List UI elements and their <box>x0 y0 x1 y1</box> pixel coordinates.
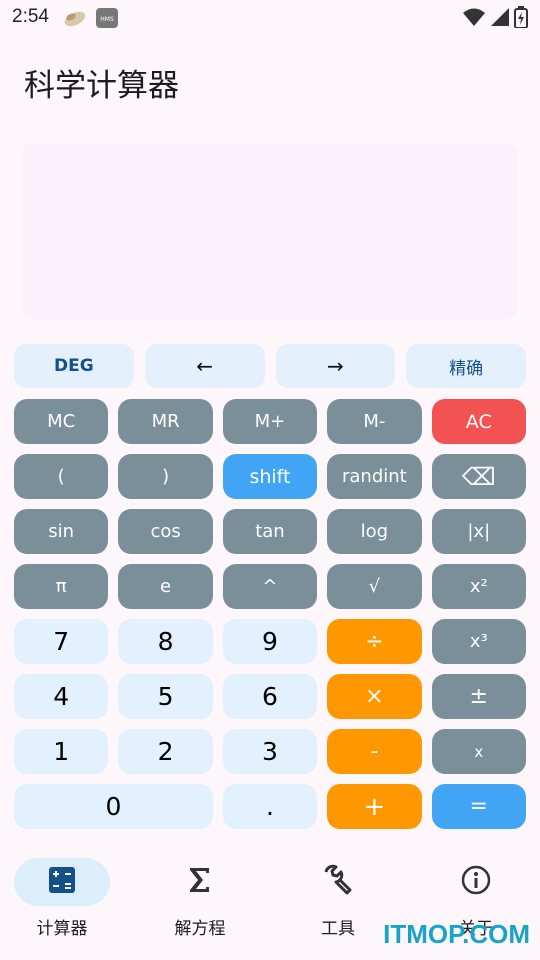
status-time: 2:54 <box>12 6 49 27</box>
signal-icon <box>490 7 510 31</box>
app-title: 科学计算器 <box>24 68 179 104</box>
decimal-point-button[interactable]: . <box>222 784 318 829</box>
cos-button[interactable]: cos <box>118 509 213 554</box>
power-button[interactable]: ^ <box>222 564 318 609</box>
calculator-icon <box>48 866 76 898</box>
nav-pill-equations <box>152 858 248 906</box>
digit-0-button[interactable]: 0 <box>14 784 213 829</box>
cube-button[interactable]: x³ <box>431 619 526 664</box>
nav-active-indicator <box>14 858 110 906</box>
m-minus-button[interactable]: M- <box>327 399 422 444</box>
cursor-right-button[interactable]: → <box>275 344 396 388</box>
e-button[interactable]: e <box>118 564 213 609</box>
m-plus-button[interactable]: M+ <box>222 399 318 444</box>
nav-label-calculator: 计算器 <box>36 919 88 939</box>
nav-item-calculator[interactable]: 计算器 <box>7 858 117 948</box>
square-button[interactable]: x² <box>431 564 526 609</box>
backspace-button[interactable]: ⌫ <box>431 454 526 499</box>
ac-button[interactable]: AC <box>431 399 526 444</box>
mr-button[interactable]: MR <box>118 399 213 444</box>
nav-item-tools[interactable]: 工具 <box>283 858 393 948</box>
close-paren-button[interactable]: ) <box>118 454 213 499</box>
nav-label-equations: 解方程 <box>174 919 226 939</box>
plus-button[interactable]: + <box>327 784 422 829</box>
calculator-display <box>22 143 518 319</box>
open-paren-button[interactable]: ( <box>14 454 109 499</box>
status-bar: 2:54 HMS <box>0 0 540 36</box>
pi-button[interactable]: π <box>14 564 109 609</box>
digit-9-button[interactable]: 9 <box>222 619 318 664</box>
plus-minus-button[interactable]: ± <box>431 674 526 719</box>
digit-8-button[interactable]: 8 <box>118 619 213 664</box>
mode-row: DEG ← → 精确 <box>14 344 526 388</box>
log-button[interactable]: log <box>327 509 422 554</box>
divide-button[interactable]: ÷ <box>327 619 422 664</box>
abs-button[interactable]: |x| <box>431 509 526 554</box>
battery-icon <box>514 6 528 32</box>
nav-label-tools: 工具 <box>321 919 355 939</box>
minus-button[interactable]: - <box>327 729 422 774</box>
shift-button[interactable]: shift <box>222 454 318 499</box>
digit-7-button[interactable]: 7 <box>14 619 109 664</box>
digit-1-button[interactable]: 1 <box>14 729 109 774</box>
variable-x-button[interactable]: x <box>431 729 526 774</box>
hms-label: HMS <box>100 16 114 23</box>
digit-5-button[interactable]: 5 <box>118 674 213 719</box>
deg-button[interactable]: DEG <box>14 344 134 388</box>
wifi-icon <box>462 7 486 31</box>
digit-3-button[interactable]: 3 <box>222 729 318 774</box>
nav-pill-tools <box>290 858 386 906</box>
multiply-button[interactable]: × <box>327 674 422 719</box>
tan-button[interactable]: tan <box>222 509 318 554</box>
notification-bird-icon <box>62 8 88 32</box>
keypad: MC MR M+ M- AC ( ) shift randint ⌫ sin c… <box>14 399 526 829</box>
digit-2-button[interactable]: 2 <box>118 729 213 774</box>
watermark: ITMOP.COM <box>383 919 530 949</box>
hms-icon: HMS <box>96 8 118 32</box>
randint-button[interactable]: randint <box>327 454 422 499</box>
cursor-left-button[interactable]: ← <box>144 344 265 388</box>
info-icon <box>460 864 492 900</box>
nav-item-equations[interactable]: 解方程 <box>145 858 255 948</box>
sigma-icon <box>187 866 213 898</box>
nav-pill-about <box>428 858 524 906</box>
wrench-icon <box>322 864 354 900</box>
sin-button[interactable]: sin <box>14 509 109 554</box>
digit-6-button[interactable]: 6 <box>222 674 318 719</box>
digit-4-button[interactable]: 4 <box>14 674 109 719</box>
mc-button[interactable]: MC <box>14 399 109 444</box>
precision-button[interactable]: 精确 <box>406 344 526 388</box>
equals-button[interactable]: = <box>431 784 526 829</box>
sqrt-button[interactable]: √ <box>327 564 422 609</box>
